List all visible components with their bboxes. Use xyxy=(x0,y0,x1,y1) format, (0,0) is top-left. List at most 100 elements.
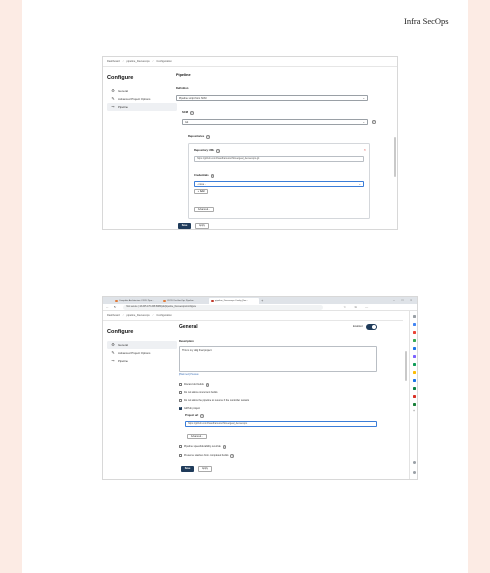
close-icon[interactable]: × xyxy=(364,147,366,152)
advanced-button[interactable]: Advanced... xyxy=(187,434,207,439)
extension-icon[interactable] xyxy=(413,331,417,335)
help-icon[interactable]: ? xyxy=(205,383,210,387)
description-textarea[interactable]: This is my ddg final project xyxy=(179,346,377,372)
new-tab-icon[interactable]: + xyxy=(261,298,263,303)
save-button[interactable]: Save xyxy=(181,466,194,472)
no-concurrent-builds-checkbox[interactable]: Do not allow concurrent builds xyxy=(179,391,218,394)
search-icon[interactable] xyxy=(413,315,417,319)
checkbox-box[interactable] xyxy=(179,399,182,402)
window-controls-icon[interactable]: – □ × xyxy=(393,298,415,302)
repository-url-input[interactable]: https://github.com/thaudharsuraz/Streetg… xyxy=(194,156,364,162)
credentials-select[interactable]: - none - ⌄ xyxy=(194,181,364,187)
plain-text-preview-link[interactable]: [Plain text] Preview xyxy=(179,374,199,376)
sidebar-title: Configure xyxy=(107,329,134,335)
configure-sidebar: Configure ⚙ General ✎ Advanced Project O… xyxy=(107,329,177,365)
repository-url-label: Repository URL? xyxy=(194,149,220,153)
enabled-toggle[interactable] xyxy=(366,324,377,330)
sidebar-item-general[interactable]: ⚙ General xyxy=(107,87,177,95)
breadcrumb: Dashboard / pipeline_Devsecops / Configu… xyxy=(103,57,397,67)
checkbox-box[interactable] xyxy=(179,391,182,394)
sidebar-item-label: General xyxy=(118,89,128,93)
scm-label: SCM? xyxy=(182,111,194,115)
discard-old-builds-checkbox[interactable]: Discard old builds? xyxy=(179,383,210,387)
help-icon[interactable]: ? xyxy=(210,174,215,178)
extension-icon[interactable] xyxy=(413,347,417,351)
help-icon[interactable]: ? xyxy=(216,149,220,153)
sidebar-item-label: Pipeline xyxy=(118,359,128,363)
apply-button[interactable]: Apply xyxy=(195,223,209,229)
scrollbar[interactable] xyxy=(394,137,396,177)
extension-icon[interactable] xyxy=(413,379,417,383)
nav-arrows-icon[interactable]: ← ↻ xyxy=(106,305,118,309)
definition-select[interactable]: Pipeline script from SCM ⌄ xyxy=(176,95,368,101)
address-input[interactable]: Not secure | 43.205.176.208:8080/job/pip… xyxy=(123,304,324,310)
help-icon[interactable]: ? xyxy=(372,120,376,124)
wrench-icon: ✎ xyxy=(111,96,115,101)
project-url-input[interactable]: https://github.com/thaudharsuraz/Streetg… xyxy=(185,421,377,427)
sidebar-item-pipeline[interactable]: ⤳ Pipeline xyxy=(107,357,177,365)
sidebar-item-label: Advanced Project Options xyxy=(118,351,151,355)
sidebar-item-advanced[interactable]: ✎ Advanced Project Options xyxy=(107,349,177,357)
extension-icon[interactable] xyxy=(413,323,417,327)
help-icon[interactable]: ? xyxy=(222,445,227,449)
browser-side-panel: + xyxy=(409,311,417,479)
scm-select[interactable]: Git ⌄ xyxy=(182,119,368,125)
help-icon[interactable]: ? xyxy=(230,454,235,458)
help-icon[interactable]: ? xyxy=(206,135,210,139)
extension-icon[interactable] xyxy=(413,355,417,359)
advanced-button[interactable]: Advanced... xyxy=(194,207,214,212)
sidebar-item-pipeline[interactable]: ⤳ Pipeline xyxy=(107,103,177,111)
help-icon[interactable]: ? xyxy=(189,111,194,115)
pipeline-icon: ⤳ xyxy=(111,104,115,109)
extension-icon[interactable] xyxy=(413,403,417,407)
favicon-icon xyxy=(115,299,118,303)
extension-icon[interactable] xyxy=(413,339,417,343)
checkbox-box[interactable] xyxy=(179,383,182,387)
extension-icon[interactable] xyxy=(413,395,417,399)
no-resume-checkbox[interactable]: Do not allow the pipeline to resume if t… xyxy=(179,399,249,402)
extension-icon[interactable] xyxy=(413,387,417,391)
gear-icon[interactable] xyxy=(413,471,417,475)
browser-toolbar-icons[interactable]: ☆ ⧉ ⋯ xyxy=(343,305,372,309)
sidebar-title: Configure xyxy=(107,75,134,81)
add-icon[interactable]: + xyxy=(413,409,415,413)
preserve-stashes-checkbox[interactable]: Preserve stashes from completed builds? xyxy=(179,454,235,458)
credentials-label: Credentials? xyxy=(194,174,215,178)
extension-icon[interactable] xyxy=(413,363,417,367)
gear-icon: ⚙ xyxy=(111,88,115,93)
add-credentials-button[interactable]: + Add xyxy=(194,189,208,194)
breadcrumb-item[interactable]: Configuration xyxy=(156,60,171,63)
settings-icon[interactable] xyxy=(413,461,417,465)
favicon-icon xyxy=(163,299,166,303)
jenkins-general-screenshot: Complete Architecture CI/CD Pipe... CI/C… xyxy=(102,296,418,480)
pipeline-main: Pipeline Definition Pipeline script from… xyxy=(176,73,394,229)
apply-button[interactable]: Apply xyxy=(198,466,212,472)
github-project-checkbox[interactable]: ✓ GitHub project xyxy=(179,407,200,410)
checkbox-box[interactable] xyxy=(179,454,182,458)
chevron-down-icon: ⌄ xyxy=(358,182,361,186)
scrollbar[interactable] xyxy=(405,351,407,381)
breadcrumb-item[interactable]: pipeline_Devsecops xyxy=(126,60,149,63)
checkbox-box[interactable] xyxy=(179,445,182,449)
breadcrumb-item[interactable]: Dashboard xyxy=(107,60,120,63)
definition-label: Definition xyxy=(176,87,189,90)
save-button[interactable]: Save xyxy=(178,223,191,229)
sidebar-item-label: General xyxy=(118,343,128,347)
browser-tab-strip: Complete Architecture CI/CD Pipe... CI/C… xyxy=(103,297,417,304)
extension-icon[interactable] xyxy=(413,371,417,375)
gear-icon: ⚙ xyxy=(111,342,115,347)
help-icon[interactable]: ? xyxy=(200,414,204,418)
sidebar-item-advanced[interactable]: ✎ Advanced Project Options xyxy=(107,95,177,103)
repository-box: Repository URL? × https://github.com/tha… xyxy=(188,143,370,219)
breadcrumb-item[interactable]: Configuration xyxy=(156,314,171,317)
pipeline-speed-checkbox[interactable]: Pipeline speed/durability override? xyxy=(179,445,227,449)
checkbox-box-checked[interactable]: ✓ xyxy=(179,407,182,410)
section-title: Pipeline xyxy=(176,73,191,77)
breadcrumb-item[interactable]: pipeline_Devsecops xyxy=(126,314,149,317)
jenkins-favicon-icon xyxy=(211,299,214,303)
sidebar-item-general[interactable]: ⚙ General xyxy=(107,341,177,349)
wrench-icon: ✎ xyxy=(111,350,115,355)
breadcrumb: Dashboard / pipeline_Devsecops / Configu… xyxy=(103,311,403,321)
breadcrumb-item[interactable]: Dashboard xyxy=(107,314,120,317)
chevron-down-icon: ⌄ xyxy=(362,96,365,100)
